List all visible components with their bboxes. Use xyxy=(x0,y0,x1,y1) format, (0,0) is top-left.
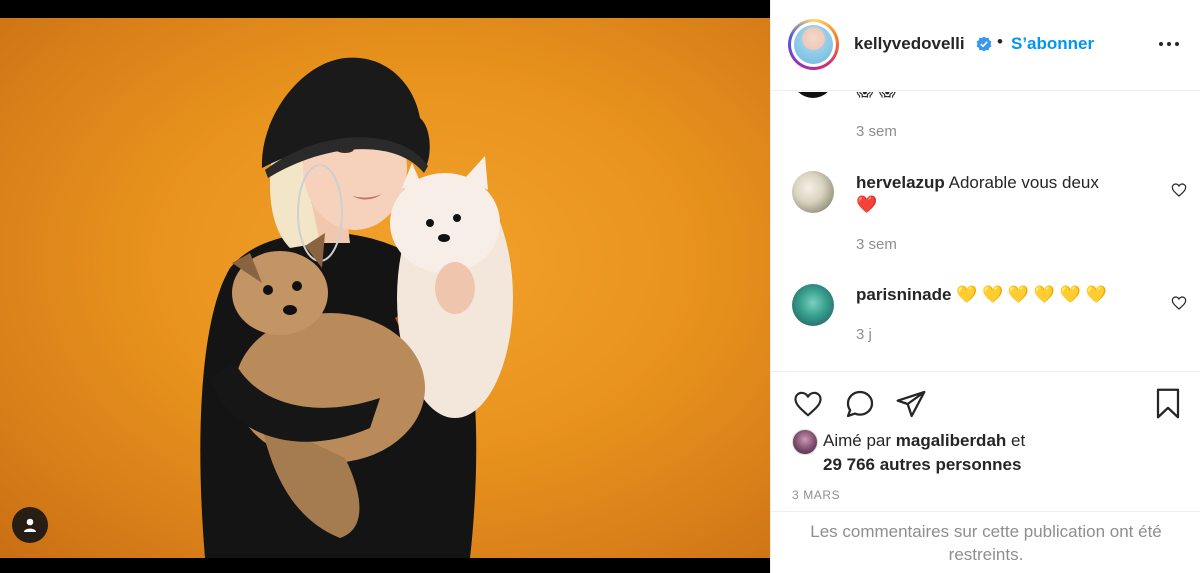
commenter-avatar[interactable] xyxy=(792,284,834,326)
photo-illustration xyxy=(200,57,513,558)
heart-icon[interactable] xyxy=(792,389,824,419)
user-icon xyxy=(24,518,36,532)
header-separator: • xyxy=(997,32,1003,51)
comment-timestamp[interactable]: 3 sem xyxy=(856,123,897,140)
more-horizontal-icon[interactable] xyxy=(1157,37,1181,51)
comments-list[interactable]: 😱 😱 3 sem hervelazup Adorable vous deux … xyxy=(771,92,1200,370)
liker-username[interactable]: magaliberdah xyxy=(896,431,1007,450)
restricted-text: Les commentaires sur cette publication o… xyxy=(810,521,1162,564)
comment-like-heart-icon[interactable] xyxy=(1171,182,1187,198)
comment-timestamp[interactable]: 3 j xyxy=(856,326,872,343)
tagged-users-button[interactable] xyxy=(12,507,48,543)
post-media-panel xyxy=(0,0,770,573)
comment-body: parisninade 💛 💛 💛 💛 💛 💛 xyxy=(856,284,1107,306)
likes-count-link[interactable]: 29 766 autres personnes xyxy=(823,455,1021,475)
comment-body: hervelazup Adorable vous deux ❤️ xyxy=(856,172,1156,216)
verified-badge-icon xyxy=(976,36,992,52)
commenter-avatar[interactable] xyxy=(792,171,834,213)
post-photo[interactable] xyxy=(0,18,770,558)
comment-emoji: ❤️ xyxy=(856,195,878,214)
paper-plane-icon[interactable] xyxy=(895,388,927,420)
comments-restricted-notice: Les commentaires sur cette publication o… xyxy=(771,511,1200,573)
bookmark-icon[interactable] xyxy=(1153,387,1183,420)
comment-icon[interactable] xyxy=(844,388,876,420)
post-sidebar: kellyvedovelli • S’abonner 😱 😱 3 sem her… xyxy=(770,0,1200,573)
comment-like-heart-icon[interactable] xyxy=(1171,295,1187,311)
comment-text: 😱 😱 xyxy=(856,92,896,102)
comment-text: Adorable vous deux xyxy=(948,173,1099,192)
author-username[interactable]: kellyvedovelli xyxy=(854,34,965,54)
post-actions: Aimé par magaliberdah et 29 766 autres p… xyxy=(771,371,1200,511)
commenter-avatar[interactable] xyxy=(792,92,834,98)
author-avatar[interactable] xyxy=(788,19,839,70)
post-header: kellyvedovelli • S’abonner xyxy=(771,0,1200,91)
comment-username[interactable]: hervelazup xyxy=(856,173,945,192)
comment-text: 💛 💛 💛 💛 💛 💛 xyxy=(956,285,1107,304)
comment-username[interactable]: parisninade xyxy=(856,285,951,304)
likes-summary: Aimé par magaliberdah et xyxy=(823,431,1025,451)
post-date[interactable]: 3 MARS xyxy=(792,488,840,502)
follow-button[interactable]: S’abonner xyxy=(1011,34,1094,54)
comment-timestamp[interactable]: 3 sem xyxy=(856,236,897,253)
likes-prefix: Aimé par xyxy=(823,431,896,450)
liker-avatar[interactable] xyxy=(792,429,818,455)
likes-suffix: et xyxy=(1006,431,1026,450)
